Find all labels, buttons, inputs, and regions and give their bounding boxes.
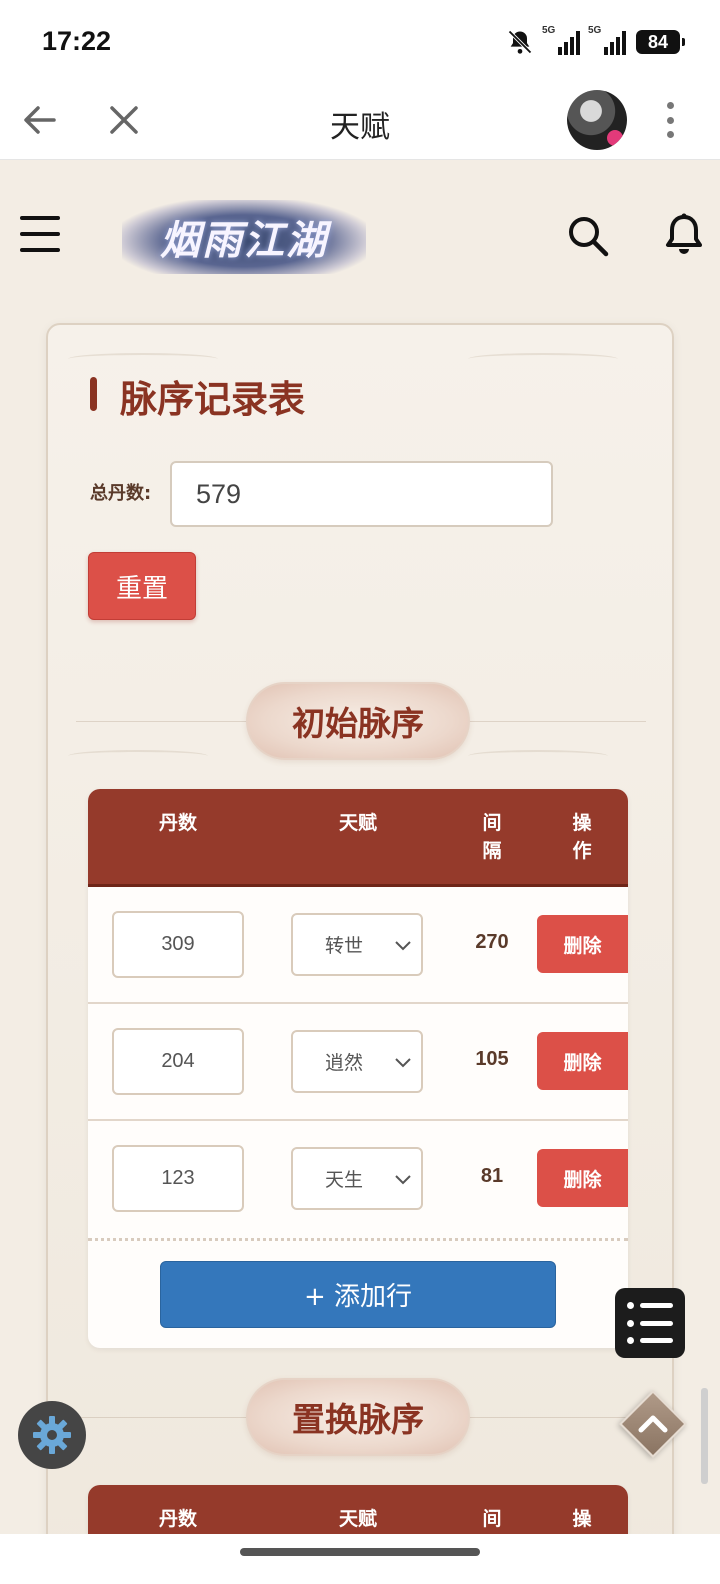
table-row: 204 逍然 105 删除 bbox=[88, 1004, 628, 1121]
home-handle[interactable] bbox=[240, 1548, 480, 1556]
title-accent-bar bbox=[90, 377, 97, 411]
total-label: 总丹数: bbox=[90, 483, 152, 504]
bell-icon[interactable] bbox=[664, 212, 704, 258]
scrollbar[interactable] bbox=[701, 1388, 708, 1484]
avatar[interactable] bbox=[567, 90, 627, 150]
column-header-gap: 间 隔 bbox=[482, 812, 502, 862]
settings-button[interactable] bbox=[18, 1401, 86, 1469]
talent-select-value: 逍然 bbox=[325, 1052, 364, 1074]
section-title-replace: 置换脉序 bbox=[246, 1378, 470, 1456]
float-list-button[interactable] bbox=[615, 1288, 685, 1358]
column-header-action: 操 作 bbox=[572, 812, 592, 862]
browser-toolbar: 天赋 bbox=[0, 80, 720, 160]
chevron-down-icon bbox=[395, 1058, 411, 1068]
column-header-talent: 天赋 bbox=[338, 812, 377, 834]
decorative-wave bbox=[68, 353, 218, 365]
gap-value: 270 bbox=[475, 931, 509, 953]
table-header: 丹数 天赋 间 隔 操 作 bbox=[88, 789, 628, 887]
column-header-dan: 丹数 bbox=[158, 1508, 197, 1530]
column-header-action: 操 bbox=[572, 1508, 592, 1530]
talent-select[interactable]: 逍然 bbox=[291, 1030, 423, 1093]
delete-button[interactable]: 删除 bbox=[537, 915, 628, 973]
decorative-wave bbox=[68, 750, 208, 762]
decorative-wave bbox=[468, 750, 608, 762]
logo-text: 烟雨江湖 bbox=[160, 217, 328, 264]
talent-select-value: 天生 bbox=[325, 1169, 364, 1191]
menu-icon[interactable] bbox=[20, 216, 60, 252]
add-row-button[interactable]: + 添加行 bbox=[160, 1261, 556, 1328]
decorative-wave bbox=[468, 353, 618, 365]
reset-button[interactable]: 重置 bbox=[88, 552, 196, 620]
dan-input[interactable]: 309 bbox=[112, 911, 244, 978]
system-nav-bar bbox=[0, 1534, 720, 1584]
column-header-gap: 间 bbox=[482, 1508, 502, 1530]
chevron-down-icon bbox=[395, 941, 411, 951]
more-vertical-icon[interactable] bbox=[664, 102, 676, 138]
signal-icon: 5G bbox=[588, 25, 626, 55]
chevron-down-icon bbox=[395, 1175, 411, 1185]
delete-button[interactable]: 删除 bbox=[537, 1149, 628, 1207]
table-footer: + 添加行 bbox=[88, 1238, 628, 1348]
initial-sequence-table: 丹数 天赋 间 隔 操 作 309 转世 270 删除 204 逍然 105 删… bbox=[88, 789, 628, 1348]
site-header: 烟雨江湖 bbox=[0, 160, 720, 310]
site-logo[interactable]: 烟雨江湖 bbox=[122, 200, 366, 274]
record-card: 脉序记录表 总丹数: 579 重置 初始脉序 丹数 天赋 间 隔 操 作 309… bbox=[46, 323, 674, 1584]
table-row: 309 转世 270 删除 bbox=[88, 887, 628, 1004]
talent-select[interactable]: 转世 bbox=[291, 913, 423, 976]
status-bar: 17:22 5G 5G 84 bbox=[0, 0, 720, 80]
status-time: 17:22 bbox=[42, 26, 112, 56]
dan-input[interactable]: 123 bbox=[112, 1145, 244, 1212]
gap-value: 81 bbox=[480, 1165, 504, 1187]
chevron-up-icon bbox=[638, 1415, 668, 1433]
table-row: 123 天生 81 删除 bbox=[88, 1121, 628, 1238]
gear-icon bbox=[33, 1416, 71, 1454]
gap-value: 105 bbox=[475, 1048, 509, 1070]
column-header-dan: 丹数 bbox=[158, 812, 197, 834]
talent-select[interactable]: 天生 bbox=[291, 1147, 423, 1210]
status-icons: 5G 5G 84 bbox=[506, 25, 685, 56]
delete-button[interactable]: 删除 bbox=[537, 1032, 628, 1090]
total-dan-input[interactable]: 579 bbox=[170, 461, 553, 527]
signal-icon: 5G bbox=[542, 25, 580, 55]
page-title: 脉序记录表 bbox=[120, 378, 305, 421]
bell-off-icon bbox=[508, 30, 532, 54]
battery-icon: 84 bbox=[636, 30, 685, 54]
column-header-talent: 天赋 bbox=[338, 1508, 377, 1530]
search-icon[interactable] bbox=[566, 214, 610, 258]
talent-select-value: 转世 bbox=[325, 935, 364, 957]
section-title-initial: 初始脉序 bbox=[246, 682, 470, 760]
dan-input[interactable]: 204 bbox=[112, 1028, 244, 1095]
